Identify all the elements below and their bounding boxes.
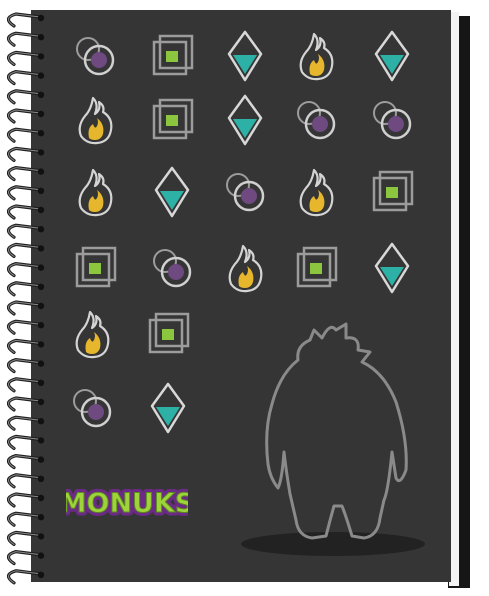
squares-icon (372, 170, 414, 212)
monster-shadow (241, 532, 425, 556)
monuks-logo-fill: MONUKS (66, 488, 188, 519)
squares-icon (75, 246, 117, 288)
squares-icon (152, 98, 194, 140)
squares-icon (148, 312, 190, 354)
squares-icon (152, 34, 194, 76)
monuks-logo: MONUKS MONUKS (66, 485, 188, 523)
squares-icon (296, 246, 338, 288)
